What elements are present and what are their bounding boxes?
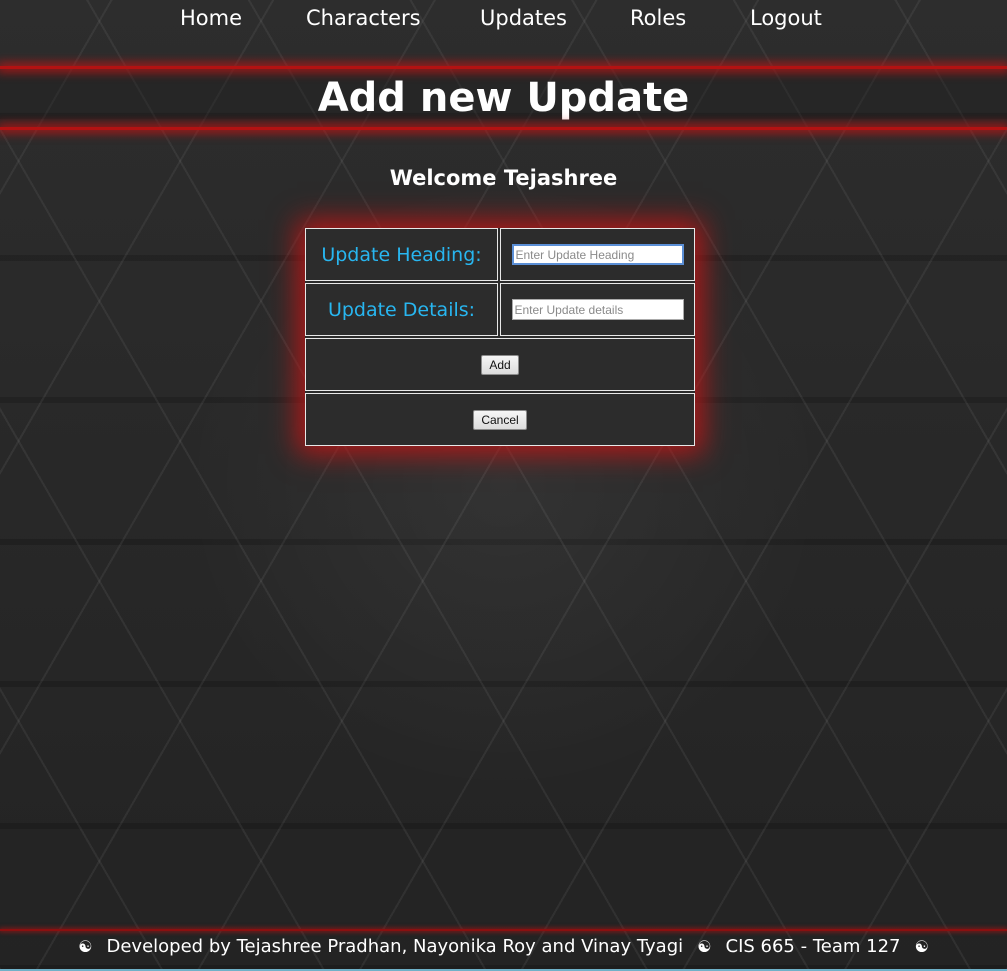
page-title: Add new Update: [317, 75, 690, 121]
details-input-cell: [500, 283, 695, 336]
update-details-input[interactable]: [511, 299, 684, 320]
footer-text: ☯ Developed by Tejashree Pradhan, Nayonik…: [0, 935, 1007, 959]
add-update-form: Update Heading: Update Details: Add Canc…: [305, 228, 695, 446]
top-nav: Home Characters Updates Roles Logout: [0, 0, 1007, 40]
title-divider-bottom: [0, 127, 1007, 130]
update-details-label: Update Details:: [327, 298, 476, 321]
update-heading-input[interactable]: [511, 244, 684, 265]
yin-yang-icon: ☯: [914, 937, 929, 956]
update-heading-label: Update Heading:: [321, 243, 482, 266]
welcome-message: Welcome Tejashree: [389, 166, 618, 190]
nav-link-roles[interactable]: Roles: [630, 6, 686, 30]
title-divider-top: [0, 66, 1007, 69]
nav-link-characters[interactable]: Characters: [306, 6, 421, 30]
add-button-cell: Add: [305, 338, 695, 391]
yin-yang-icon: ☯: [697, 937, 712, 956]
footer-divider: [0, 929, 1007, 931]
yin-yang-icon: ☯: [78, 937, 93, 956]
details-label-cell: Update Details:: [305, 283, 498, 336]
nav-link-logout[interactable]: Logout: [750, 6, 822, 30]
nav-link-home[interactable]: Home: [180, 6, 242, 30]
footer-credits: Developed by Tejashree Pradhan, Nayonika…: [106, 936, 684, 957]
heading-label-cell: Update Heading:: [305, 228, 498, 281]
add-button[interactable]: Add: [481, 354, 519, 375]
cancel-button-cell: Cancel: [305, 393, 695, 446]
footer: ☯ Developed by Tejashree Pradhan, Nayonik…: [0, 929, 1007, 971]
title-band: Add new Update: [0, 66, 1007, 130]
nav-link-updates[interactable]: Updates: [480, 6, 567, 30]
footer-team: CIS 665 - Team 127: [725, 936, 901, 957]
cancel-button[interactable]: Cancel: [473, 409, 527, 430]
heading-input-cell: [500, 228, 695, 281]
